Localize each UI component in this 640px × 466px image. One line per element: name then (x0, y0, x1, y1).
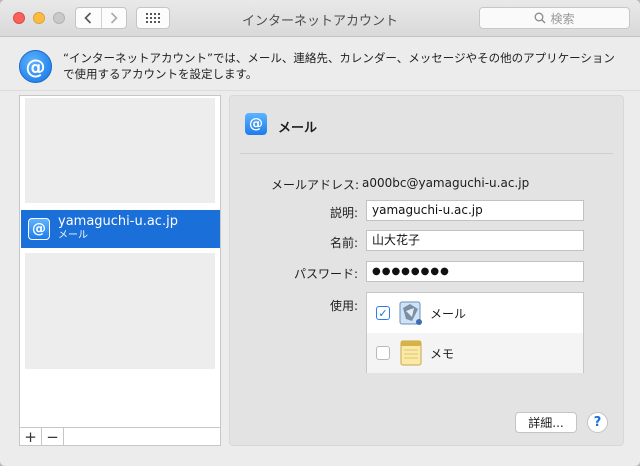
account-detail-pane: @ メール メールアドレス: a000bc@yamaguchi-u.ac.jp … (229, 95, 624, 446)
add-account-button[interactable]: + (20, 428, 42, 446)
account-item-text: yamaguchi-u.ac.jp メール (58, 215, 178, 243)
zoom-window-button[interactable] (53, 12, 65, 24)
internet-accounts-icon: @ (19, 50, 52, 83)
search-icon (535, 12, 546, 24)
remove-account-button[interactable]: − (42, 428, 64, 446)
notes-app-label: メモ (430, 346, 455, 361)
account-name: yamaguchi-u.ac.jp (58, 214, 178, 229)
details-button[interactable]: 詳細... (515, 412, 577, 433)
show-all-button[interactable] (136, 7, 170, 29)
service-title: メール (278, 121, 318, 136)
mail-app-label: メール (430, 306, 467, 321)
search-placeholder: 検索 (550, 11, 575, 26)
usage-row-notes: メモ (367, 333, 583, 373)
help-button[interactable]: ? (587, 412, 608, 433)
navigation-buttons (75, 7, 127, 29)
window-title: インターネットアカウント (241, 14, 398, 29)
usage-row-mail: ✓ メール (367, 293, 583, 333)
forward-button[interactable] (100, 8, 127, 28)
account-list-item[interactable]: @ yamaguchi-u.ac.jp メール (21, 210, 220, 248)
name-field[interactable]: 山大花子 (366, 230, 584, 251)
mail-checkbox[interactable]: ✓ (376, 306, 390, 320)
chevron-right-icon (110, 12, 118, 24)
empty-list-area (25, 253, 215, 369)
minimize-window-button[interactable] (33, 12, 45, 24)
back-button[interactable] (76, 8, 101, 28)
grid-icon (146, 13, 160, 23)
account-type: メール (58, 230, 88, 241)
detail-divider (240, 153, 613, 154)
mail-app-icon (398, 299, 424, 327)
at-sign-icon: @ (245, 113, 267, 135)
notes-app-icon (398, 339, 424, 367)
at-sign-icon: @ (28, 218, 50, 240)
description-line-1: “インターネットアカウント”では、メール、連絡先、カレンダー、メッセージやその他… (63, 51, 615, 65)
account-list: @ yamaguchi-u.ac.jp メール + − (19, 95, 221, 446)
password-label: パスワード: (293, 267, 358, 281)
password-field[interactable]: ●●●●●●●● (366, 261, 584, 282)
account-list-footer: + − (20, 427, 220, 446)
header-divider (0, 90, 640, 91)
chevron-left-icon (84, 12, 92, 24)
title-bar: インターネットアカウント 検索 (0, 0, 640, 37)
description-field[interactable]: yamaguchi-u.ac.jp (366, 200, 584, 221)
notes-checkbox[interactable] (376, 346, 390, 360)
close-window-button[interactable] (13, 12, 25, 24)
email-label: メールアドレス: (270, 178, 359, 192)
description-label: 説明: (329, 206, 358, 220)
description-line-2: で使用するアカウントを設定します。 (63, 67, 258, 81)
empty-list-area (25, 98, 215, 203)
name-label: 名前: (329, 236, 358, 250)
email-value: a000bc@yamaguchi-u.ac.jp (362, 176, 530, 190)
usage-label: 使用: (329, 299, 358, 313)
search-field[interactable]: 検索 (479, 7, 630, 29)
preferences-window: インターネットアカウント 検索 @ “インターネットアカウント”では、メール、連… (0, 0, 640, 466)
header-description: “インターネットアカウント”では、メール、連絡先、カレンダー、メッセージやその他… (63, 50, 623, 82)
usage-app-list: ✓ メール メモ (366, 292, 584, 373)
